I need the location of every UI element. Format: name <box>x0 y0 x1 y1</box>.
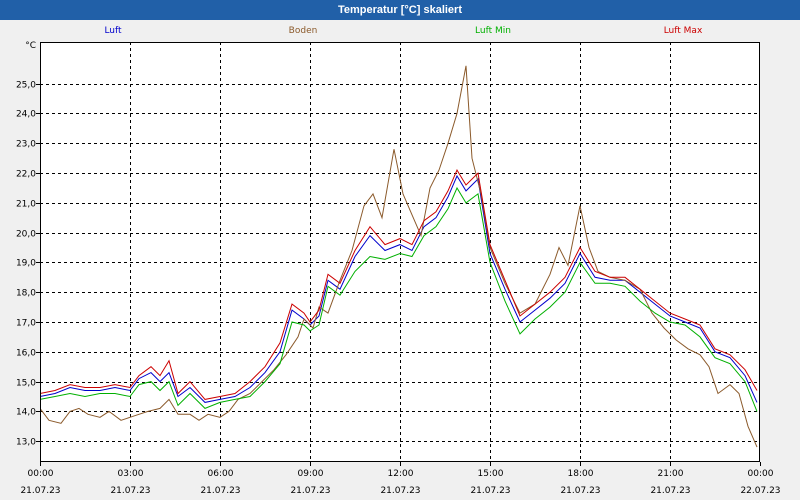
y-tick-label: 21,0 <box>16 200 36 210</box>
window-title-bar: Temperatur [°C] skaliert <box>0 0 800 20</box>
y-tick-label: 24,0 <box>16 110 36 120</box>
x-tick-time-label: 03:00 <box>118 469 144 479</box>
y-tick-label: 25,0 <box>16 81 36 91</box>
legend-entry-luft: Luft <box>104 26 122 36</box>
temperature-chart: 25,0 24,0 23,0 22,0 21,0 20,0 19,0 18,0 17,0 16,0… <box>16 26 781 496</box>
y-tick-label: 20,0 <box>16 230 36 240</box>
legend: Luft Boden Luft Min Luft Max <box>104 26 703 36</box>
y-tick-label: 19,0 <box>16 259 36 269</box>
x-tick-time-label: 00:00 <box>28 469 54 479</box>
x-tick-date-label: 21.07.23 <box>470 486 510 496</box>
y-tick-label: 18,0 <box>16 289 36 299</box>
x-tick-time-label: 09:00 <box>298 469 324 479</box>
y-axis-unit-label: °C <box>25 41 36 51</box>
x-tick-date-label: 21.07.23 <box>200 486 240 496</box>
legend-entry-luft-min: Luft Min <box>475 26 511 36</box>
x-tick-date-label: 21.07.23 <box>380 486 420 496</box>
x-tick-date-label: 21.07.23 <box>650 486 690 496</box>
x-tick-time-label: 06:00 <box>208 469 234 479</box>
x-tick-date-label: 22.07.23 <box>740 486 780 496</box>
y-tick-label: 23,0 <box>16 140 36 150</box>
x-tick-time-label: 21:00 <box>658 469 684 479</box>
window-title: Temperatur [°C] skaliert <box>337 4 462 16</box>
x-tick-date-label: 21.07.23 <box>560 486 600 496</box>
x-tick-time-label: 12:00 <box>388 469 414 479</box>
x-tick-time-label: 15:00 <box>478 469 504 479</box>
legend-entry-luft-max: Luft Max <box>664 26 703 36</box>
x-tick-date-label: 21.07.23 <box>20 486 60 496</box>
x-tick-date-label: 21.07.23 <box>290 486 330 496</box>
x-tick-date-label: 21.07.23 <box>110 486 150 496</box>
x-tick-time-label: 00:00 <box>748 469 774 479</box>
legend-entry-boden: Boden <box>289 26 318 36</box>
y-tick-label: 17,0 <box>16 319 36 329</box>
y-tick-label: 13,0 <box>16 438 36 448</box>
y-tick-label: 15,0 <box>16 379 36 389</box>
y-tick-label: 16,0 <box>16 349 36 359</box>
y-tick-label: 14,0 <box>16 408 36 418</box>
y-tick-label: 22,0 <box>16 170 36 180</box>
x-tick-time-label: 18:00 <box>568 469 594 479</box>
